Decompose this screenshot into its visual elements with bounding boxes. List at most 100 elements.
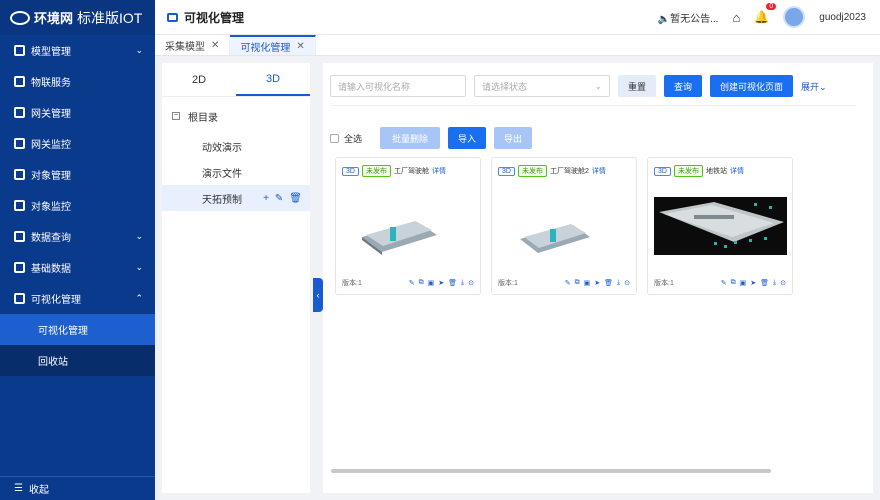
sidebar-item-visualization[interactable]: 可视化管理 ⌃ xyxy=(0,283,155,314)
gear-icon xyxy=(14,262,25,273)
collapse-box-icon[interactable]: − xyxy=(172,112,180,120)
add-icon[interactable]: + xyxy=(263,193,269,204)
copy-icon[interactable]: ⧉ xyxy=(575,279,580,287)
publish-icon[interactable]: ➤ xyxy=(438,279,444,287)
edit-icon[interactable]: ✎ xyxy=(409,279,415,287)
collapse-button[interactable]: ☰ 收起 xyxy=(0,476,155,500)
type-tag: 3D xyxy=(498,166,515,176)
version-label: 版本:1 xyxy=(342,280,362,287)
object-monitor-icon xyxy=(14,200,25,211)
factory-model-thumbnail xyxy=(362,221,437,255)
detail-link[interactable]: 详情 xyxy=(592,166,606,176)
sidebar-subitem-recycle[interactable]: 回收站 xyxy=(0,345,155,376)
detail-link[interactable]: 详情 xyxy=(432,166,446,176)
main-content: 请输入可视化名称 请选择状态 ⌄ 重置 查询 创建可视化页面 展开⌄ 全选 批量删… xyxy=(323,63,873,493)
tree-item[interactable]: 演示文件 xyxy=(162,159,310,185)
edit-icon[interactable]: ✎ xyxy=(565,279,571,287)
bell-icon[interactable]: 🔔 0 xyxy=(754,3,777,24)
collapse-panel-handle[interactable]: ‹ xyxy=(313,278,323,312)
visualization-card[interactable]: 3D 未发布 地铁站 详情 版本:1 ✎ ⧉ ▣ ➤ 🗑 ⤓ ⊙ xyxy=(647,157,793,295)
sidebar-item-data-query[interactable]: 数据查询 ⌄ xyxy=(0,221,155,252)
tab-collection-model[interactable]: 采集模型 ✕ xyxy=(155,35,231,55)
sidebar-subitem-visualization[interactable]: 可视化管理 xyxy=(0,314,155,345)
publish-icon[interactable]: ➤ xyxy=(750,279,756,287)
chevron-up-icon: ⌃ xyxy=(135,293,143,303)
card-title: 工厂驾驶舱 xyxy=(393,168,429,175)
preview-icon[interactable]: ▣ xyxy=(428,279,435,287)
share-icon[interactable]: ⊙ xyxy=(780,279,786,287)
chevron-left-icon: ‹ xyxy=(316,290,320,300)
sidebar-item-object[interactable]: 对象管理 xyxy=(0,159,155,190)
share-icon[interactable]: ⊙ xyxy=(468,279,474,287)
status-badge: 未发布 xyxy=(517,165,547,177)
edit-icon[interactable]: ✎ xyxy=(721,279,727,287)
tab-3d[interactable]: 3D xyxy=(236,63,310,96)
card-title: 地铁站 xyxy=(705,168,727,175)
copy-icon[interactable]: ⧉ xyxy=(731,279,736,287)
horizontal-scrollbar[interactable] xyxy=(331,469,771,473)
close-icon[interactable]: ✕ xyxy=(296,41,304,52)
chevron-down-icon: ⌄ xyxy=(135,262,143,272)
create-visualization-button[interactable]: 创建可视化页面 xyxy=(710,75,794,97)
sidebar-item-model[interactable]: 模型管理 ⌄ xyxy=(0,35,155,66)
preview-icon[interactable]: ▣ xyxy=(584,279,591,287)
reset-button[interactable]: 重置 xyxy=(618,75,657,97)
edit-icon[interactable]: ✎ xyxy=(275,193,283,204)
menu-icon: ☰ xyxy=(14,483,23,494)
notice[interactable]: 🔈暂无公告... xyxy=(658,10,719,25)
copy-icon[interactable]: ⧉ xyxy=(419,279,424,287)
card-title: 工厂驾驶舱2 xyxy=(549,168,589,175)
sidebar-item-iot-service[interactable]: 物联服务 xyxy=(0,66,155,97)
status-badge: 未发布 xyxy=(673,165,703,177)
download-icon[interactable]: ⤓ xyxy=(461,279,464,287)
divider xyxy=(330,105,856,106)
chevron-down-icon: ⌄ xyxy=(135,231,143,241)
expand-link[interactable]: 展开⌄ xyxy=(801,80,827,93)
batch-delete-button[interactable]: 批量删除 xyxy=(380,127,441,149)
tree-item[interactable]: 动效演示 xyxy=(162,133,310,159)
speaker-icon: 🔈 xyxy=(657,13,671,25)
tree-root[interactable]: − 根目录 xyxy=(162,103,310,129)
directory-panel: 2D 3D − 根目录 动效演示 演示文件 天拓预制 + ✎ 🗑 xyxy=(162,63,310,493)
delete-icon[interactable]: 🗑 xyxy=(448,279,457,287)
select-all-checkbox[interactable]: 全选 xyxy=(330,132,362,145)
import-button[interactable]: 导入 xyxy=(448,127,487,149)
name-search-input[interactable]: 请输入可视化名称 xyxy=(330,75,466,97)
visualization-card[interactable]: 3D 未发布 工厂驾驶舱 详情 版本:1 ✎ ⧉ ▣ ➤ 🗑 ⤓ ⊙ xyxy=(335,157,481,295)
close-icon[interactable]: ✕ xyxy=(211,40,219,51)
delete-icon[interactable]: 🗑 xyxy=(760,279,769,287)
home-icon[interactable]: ⌂ xyxy=(732,10,740,25)
model-icon xyxy=(14,45,25,56)
delete-icon[interactable]: 🗑 xyxy=(604,279,613,287)
detail-link[interactable]: 详情 xyxy=(730,166,744,176)
top-bar: 可视化管理 🔈暂无公告... ⌂ 🔔 0 guodj2023 xyxy=(155,0,880,35)
sidebar-item-basic-data[interactable]: 基础数据 ⌄ xyxy=(0,252,155,283)
chevron-down-icon: ⌄ xyxy=(594,80,602,91)
sidebar-item-gateway-monitor[interactable]: 网关监控 xyxy=(0,128,155,159)
service-icon xyxy=(14,76,25,87)
status-select[interactable]: 请选择状态 ⌄ xyxy=(474,75,610,97)
chevron-down-icon: ⌄ xyxy=(135,45,143,55)
checkbox-icon xyxy=(330,133,339,143)
query-button[interactable]: 查询 xyxy=(664,75,703,97)
username[interactable]: guodj2023 xyxy=(819,12,866,23)
sidebar-item-gateway[interactable]: 网关管理 xyxy=(0,97,155,128)
delete-icon[interactable]: 🗑 xyxy=(289,193,302,204)
share-icon[interactable]: ⊙ xyxy=(624,279,630,287)
download-icon[interactable]: ⤓ xyxy=(773,279,776,287)
type-tag: 3D xyxy=(342,166,359,176)
avatar[interactable] xyxy=(783,6,806,28)
sidebar-item-object-monitor[interactable]: 对象监控 xyxy=(0,190,155,221)
visualization-card[interactable]: 3D 未发布 工厂驾驶舱2 详情 版本:1 ✎ ⧉ ▣ ➤ 🗑 ⤓ ⊙ xyxy=(491,157,637,295)
export-button[interactable]: 导出 xyxy=(494,127,533,149)
edition-label: 标准版IOT xyxy=(77,9,143,26)
publish-icon[interactable]: ➤ xyxy=(594,279,600,287)
tree-item-selected[interactable]: 天拓预制 + ✎ 🗑 xyxy=(162,185,310,211)
app-logo: 环境网 标准版IOT xyxy=(0,0,155,35)
subway-station-thumbnail xyxy=(654,197,787,255)
tab-2d[interactable]: 2D xyxy=(162,63,236,96)
download-icon[interactable]: ⤓ xyxy=(617,279,620,287)
preview-icon[interactable]: ▣ xyxy=(740,279,747,287)
screen-icon xyxy=(167,12,178,22)
tab-visualization[interactable]: 可视化管理 ✕ xyxy=(230,35,316,55)
